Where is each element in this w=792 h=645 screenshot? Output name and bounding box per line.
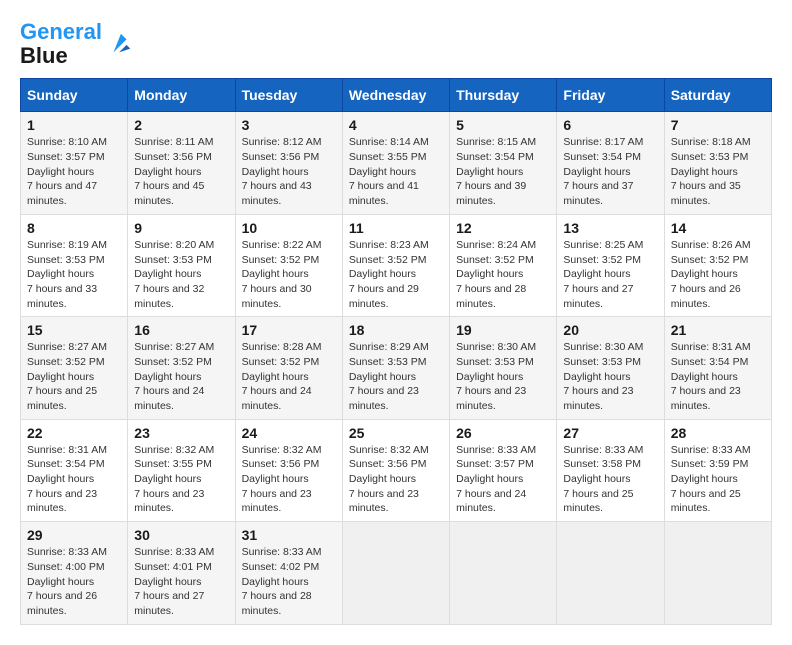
header-sunday: Sunday	[21, 79, 128, 112]
header-saturday: Saturday	[664, 79, 771, 112]
calendar-cell: 16Sunrise: 8:27 AMSunset: 3:52 PMDayligh…	[128, 317, 235, 419]
calendar-cell: 28Sunrise: 8:33 AMSunset: 3:59 PMDayligh…	[664, 419, 771, 521]
calendar-week-row: 15Sunrise: 8:27 AMSunset: 3:52 PMDayligh…	[21, 317, 772, 419]
logo-text: GeneralBlue	[20, 20, 102, 68]
calendar-week-row: 1Sunrise: 8:10 AMSunset: 3:57 PMDaylight…	[21, 112, 772, 214]
calendar-cell: 3Sunrise: 8:12 AMSunset: 3:56 PMDaylight…	[235, 112, 342, 214]
calendar-cell: 5Sunrise: 8:15 AMSunset: 3:54 PMDaylight…	[450, 112, 557, 214]
calendar-cell: 21Sunrise: 8:31 AMSunset: 3:54 PMDayligh…	[664, 317, 771, 419]
calendar-table: Sunday Monday Tuesday Wednesday Thursday…	[20, 78, 772, 624]
calendar-cell: 14Sunrise: 8:26 AMSunset: 3:52 PMDayligh…	[664, 214, 771, 316]
calendar-cell	[664, 522, 771, 624]
calendar-cell: 1Sunrise: 8:10 AMSunset: 3:57 PMDaylight…	[21, 112, 128, 214]
calendar-cell	[557, 522, 664, 624]
calendar-cell	[450, 522, 557, 624]
calendar-cell: 2Sunrise: 8:11 AMSunset: 3:56 PMDaylight…	[128, 112, 235, 214]
calendar-cell: 18Sunrise: 8:29 AMSunset: 3:53 PMDayligh…	[342, 317, 449, 419]
calendar-cell: 17Sunrise: 8:28 AMSunset: 3:52 PMDayligh…	[235, 317, 342, 419]
calendar-cell: 11Sunrise: 8:23 AMSunset: 3:52 PMDayligh…	[342, 214, 449, 316]
calendar-cell: 23Sunrise: 8:32 AMSunset: 3:55 PMDayligh…	[128, 419, 235, 521]
calendar-cell: 7Sunrise: 8:18 AMSunset: 3:53 PMDaylight…	[664, 112, 771, 214]
calendar-cell: 10Sunrise: 8:22 AMSunset: 3:52 PMDayligh…	[235, 214, 342, 316]
calendar-cell: 6Sunrise: 8:17 AMSunset: 3:54 PMDaylight…	[557, 112, 664, 214]
calendar-week-row: 22Sunrise: 8:31 AMSunset: 3:54 PMDayligh…	[21, 419, 772, 521]
calendar-cell: 29Sunrise: 8:33 AMSunset: 4:00 PMDayligh…	[21, 522, 128, 624]
calendar-cell: 26Sunrise: 8:33 AMSunset: 3:57 PMDayligh…	[450, 419, 557, 521]
logo-icon	[106, 30, 134, 58]
calendar-cell: 30Sunrise: 8:33 AMSunset: 4:01 PMDayligh…	[128, 522, 235, 624]
calendar-cell: 25Sunrise: 8:32 AMSunset: 3:56 PMDayligh…	[342, 419, 449, 521]
calendar-header: Sunday Monday Tuesday Wednesday Thursday…	[21, 79, 772, 112]
calendar-body: 1Sunrise: 8:10 AMSunset: 3:57 PMDaylight…	[21, 112, 772, 624]
calendar-cell	[342, 522, 449, 624]
header-monday: Monday	[128, 79, 235, 112]
calendar-week-row: 29Sunrise: 8:33 AMSunset: 4:00 PMDayligh…	[21, 522, 772, 624]
calendar-cell: 9Sunrise: 8:20 AMSunset: 3:53 PMDaylight…	[128, 214, 235, 316]
calendar-cell: 31Sunrise: 8:33 AMSunset: 4:02 PMDayligh…	[235, 522, 342, 624]
calendar-cell: 8Sunrise: 8:19 AMSunset: 3:53 PMDaylight…	[21, 214, 128, 316]
header-wednesday: Wednesday	[342, 79, 449, 112]
calendar-cell: 4Sunrise: 8:14 AMSunset: 3:55 PMDaylight…	[342, 112, 449, 214]
logo: GeneralBlue	[20, 20, 134, 68]
calendar-cell: 27Sunrise: 8:33 AMSunset: 3:58 PMDayligh…	[557, 419, 664, 521]
calendar-cell: 19Sunrise: 8:30 AMSunset: 3:53 PMDayligh…	[450, 317, 557, 419]
header-friday: Friday	[557, 79, 664, 112]
calendar-cell: 24Sunrise: 8:32 AMSunset: 3:56 PMDayligh…	[235, 419, 342, 521]
calendar-week-row: 8Sunrise: 8:19 AMSunset: 3:53 PMDaylight…	[21, 214, 772, 316]
calendar-cell: 12Sunrise: 8:24 AMSunset: 3:52 PMDayligh…	[450, 214, 557, 316]
calendar-cell: 20Sunrise: 8:30 AMSunset: 3:53 PMDayligh…	[557, 317, 664, 419]
weekday-header-row: Sunday Monday Tuesday Wednesday Thursday…	[21, 79, 772, 112]
header-thursday: Thursday	[450, 79, 557, 112]
header-tuesday: Tuesday	[235, 79, 342, 112]
calendar-cell: 22Sunrise: 8:31 AMSunset: 3:54 PMDayligh…	[21, 419, 128, 521]
page-header: GeneralBlue	[20, 20, 772, 68]
calendar-cell: 13Sunrise: 8:25 AMSunset: 3:52 PMDayligh…	[557, 214, 664, 316]
calendar-cell: 15Sunrise: 8:27 AMSunset: 3:52 PMDayligh…	[21, 317, 128, 419]
